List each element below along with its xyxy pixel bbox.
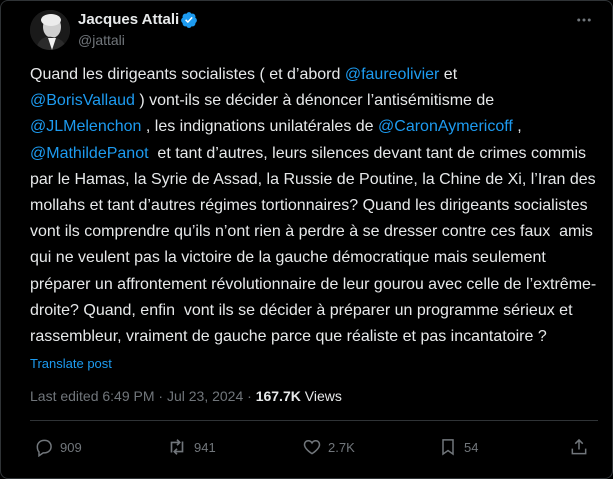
reply-button[interactable]: 909 [34, 436, 82, 458]
avatar[interactable] [30, 10, 70, 50]
translate-post-link[interactable]: Translate post [30, 356, 112, 371]
mention-link[interactable]: @MathildePanot [30, 145, 149, 162]
post-text-segment: , [517, 118, 522, 136]
mention-link[interactable]: @BorisVallaud [30, 92, 135, 109]
divider [30, 420, 598, 421]
post-text-segment: et tant d’autres, leurs silences devant … [30, 144, 601, 346]
repost-count: 941 [194, 439, 216, 455]
views-count: 167.7K [255, 388, 301, 404]
bookmark-button[interactable]: 54 [438, 436, 478, 458]
reply-icon [36, 439, 52, 457]
post-timestamp[interactable]: Last edited 6:49 PM · Jul 23, 2024 · [30, 388, 256, 404]
post-text-segment: ) vont-ils se décider à dénoncer l’antis… [139, 92, 495, 110]
reply-count: 909 [60, 439, 82, 455]
views-label: Views [300, 388, 342, 404]
post-text-segment: Quand les dirigeants socialistes ( et d’… [30, 66, 345, 83]
post-text-segment: , les indignations unilatérales de [141, 118, 379, 136]
post-text-segment: et [443, 66, 458, 83]
author-handle[interactable]: @jattali [78, 32, 125, 48]
post-text: Quand les dirigeants socialistes ( et d’… [30, 62, 600, 350]
share-button[interactable] [569, 436, 595, 458]
mention-link[interactable]: @JLMelenchon [30, 118, 141, 135]
mention-link[interactable]: @faureolivier [345, 66, 440, 83]
heart-icon [303, 439, 321, 455]
author-name[interactable]: Jacques Attali [78, 11, 179, 28]
mention-link[interactable]: @CaronAymericoff [378, 118, 513, 135]
post-meta: Last edited 6:49 PM · Jul 23, 2024 · 167… [30, 388, 342, 404]
bookmark-count: 54 [464, 439, 479, 455]
like-count: 2.7K [328, 439, 355, 455]
like-button[interactable]: 2.7K [302, 436, 355, 458]
share-icon [571, 438, 587, 455]
verified-badge-icon [181, 12, 197, 28]
more-options-icon[interactable] [574, 10, 594, 30]
repost-icon [170, 439, 184, 455]
bookmark-icon [442, 439, 454, 456]
repost-button[interactable]: 941 [166, 436, 216, 458]
